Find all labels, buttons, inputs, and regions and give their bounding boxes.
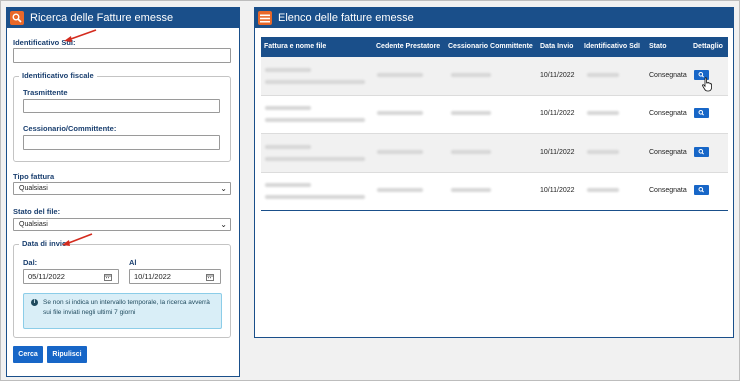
chevron-down-icon: ⌄	[220, 184, 227, 193]
results-panel-title: Elenco delle fatture emesse	[278, 12, 414, 24]
search-icon	[10, 11, 24, 25]
redacted-text	[451, 111, 491, 115]
al-date-input[interactable]: 10/11/2022	[129, 269, 221, 284]
redacted-text	[587, 73, 619, 77]
redacted-text	[265, 80, 365, 84]
redacted-text	[265, 106, 311, 110]
info-icon: i	[31, 299, 38, 306]
redacted-text	[265, 118, 365, 122]
column-header[interactable]: Fattura e nome file	[264, 43, 326, 50]
stato-file-label: Stato del file:	[13, 207, 61, 216]
fiscal-id-legend: Identificativo fiscale	[19, 71, 97, 80]
results-table-header: Fattura e nome file Cedente Prestatore C…	[261, 37, 728, 57]
data-invio-cell: 10/11/2022	[540, 149, 575, 156]
table-row: 10/11/2022 Consegnata	[261, 96, 728, 134]
data-invio-cell: 10/11/2022	[540, 72, 575, 79]
stato-file-select[interactable]: Qualsiasi ⌄	[13, 218, 231, 231]
redacted-text	[265, 68, 311, 72]
column-header[interactable]: Identificativo SdI	[584, 43, 640, 50]
search-panel: Ricerca delle Fatture emesse Identificat…	[6, 7, 240, 377]
column-header[interactable]: Cedente Prestatore	[376, 43, 440, 50]
dal-label: Dal:	[23, 258, 38, 267]
data-invio-cell: 10/11/2022	[540, 187, 575, 194]
chevron-down-icon: ⌄	[220, 220, 227, 229]
column-header[interactable]: Stato	[649, 43, 667, 50]
sdi-input[interactable]	[13, 48, 231, 63]
column-header[interactable]: Cessionario Committente	[448, 43, 533, 50]
calendar-icon[interactable]	[206, 273, 214, 281]
redacted-text	[587, 188, 619, 192]
redacted-text	[265, 195, 365, 199]
redacted-text	[451, 188, 491, 192]
hand-cursor-icon	[702, 77, 712, 92]
table-bottom-border	[261, 210, 728, 211]
column-header[interactable]: Data Invio	[540, 43, 573, 50]
reset-button[interactable]: Ripulisci	[47, 346, 87, 363]
search-panel-header: Ricerca delle Fatture emesse	[7, 8, 239, 28]
table-row: 10/11/2022 Consegnata	[261, 134, 728, 172]
redacted-text	[377, 150, 423, 154]
redacted-text	[451, 73, 491, 77]
redacted-text	[587, 111, 619, 115]
dal-date-input[interactable]: 05/11/2022	[23, 269, 119, 284]
cessionario-label: Cessionario/Committente:	[23, 124, 117, 133]
list-icon	[258, 11, 272, 25]
stato-cell: Consegnata	[649, 72, 687, 79]
data-invio-cell: 10/11/2022	[540, 110, 575, 117]
tipo-fattura-select[interactable]: Qualsiasi ⌄	[13, 182, 231, 195]
table-row: 10/11/2022 Consegnata	[261, 57, 728, 95]
detail-button[interactable]	[694, 185, 709, 195]
redacted-text	[587, 150, 619, 154]
stato-cell: Consegnata	[649, 187, 687, 194]
search-icon	[698, 187, 704, 193]
results-panel-header: Elenco delle fatture emesse	[255, 8, 733, 28]
stato-cell: Consegnata	[649, 149, 687, 156]
tipo-fattura-label: Tipo fattura	[13, 172, 55, 181]
annotation-arrow-icon	[64, 29, 97, 42]
search-panel-title: Ricerca delle Fatture emesse	[30, 12, 174, 24]
stato-cell: Consegnata	[649, 110, 687, 117]
cessionario-input[interactable]	[23, 135, 220, 150]
table-row: 10/11/2022 Consegnata	[261, 173, 728, 211]
detail-button[interactable]	[694, 147, 709, 157]
stato-file-value: Qualsiasi	[19, 221, 48, 228]
tipo-fattura-value: Qualsiasi	[19, 185, 48, 192]
date-info-text: Se non si indica un intervallo temporale…	[43, 299, 210, 316]
results-panel: Elenco delle fatture emesse Fattura e no…	[254, 7, 734, 338]
date-info-alert: i Se non si indica un intervallo tempora…	[23, 293, 222, 329]
calendar-icon[interactable]	[104, 273, 112, 281]
column-header[interactable]: Dettaglio	[693, 43, 723, 50]
redacted-text	[265, 145, 311, 149]
trasmittente-input[interactable]	[23, 99, 220, 113]
search-button[interactable]: Cerca	[13, 346, 43, 363]
redacted-text	[377, 188, 423, 192]
redacted-text	[377, 111, 423, 115]
al-label: Al	[129, 258, 137, 267]
redacted-text	[451, 150, 491, 154]
detail-button[interactable]	[694, 108, 709, 118]
dal-date-value: 05/11/2022	[28, 272, 65, 281]
redacted-text	[265, 157, 365, 161]
search-icon	[698, 149, 704, 155]
annotation-arrow-icon	[62, 233, 93, 246]
redacted-text	[377, 73, 423, 77]
search-icon	[698, 110, 704, 116]
al-date-value: 10/11/2022	[134, 272, 171, 281]
trasmittente-label: Trasmittente	[23, 88, 68, 97]
redacted-text	[265, 183, 311, 187]
